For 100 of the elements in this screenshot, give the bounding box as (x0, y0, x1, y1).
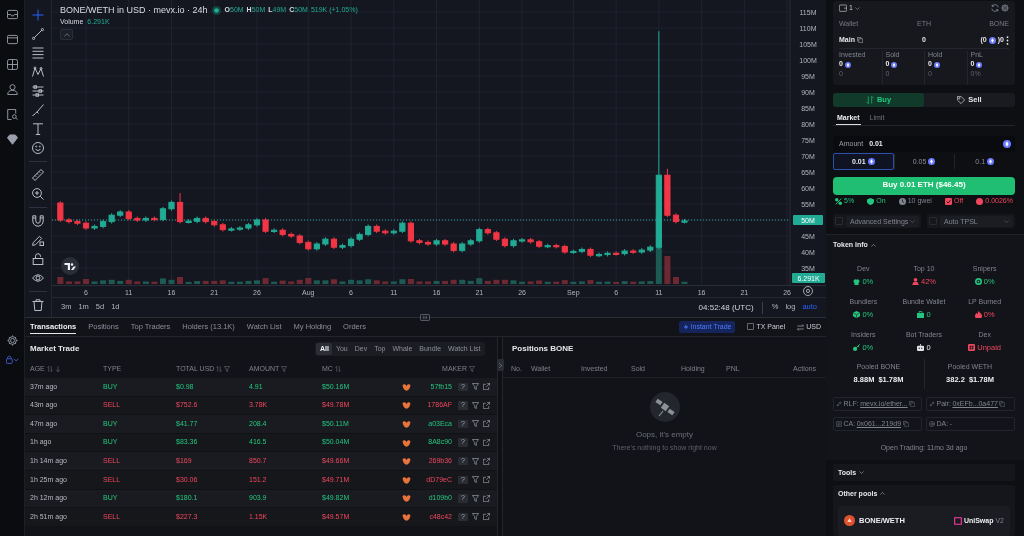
maker-logo-icon (402, 438, 411, 447)
diamond-icon[interactable] (6, 134, 18, 145)
filter-icon[interactable] (471, 457, 479, 465)
falling-candle (202, 216, 209, 224)
rising-candle (621, 248, 628, 256)
chart-title: BONE/WETH in USD · mevx.io · 24h (60, 5, 208, 16)
rising-candle (399, 220, 406, 234)
zoom-in-icon[interactable] (32, 188, 44, 200)
sort-icon[interactable] (46, 366, 53, 373)
clock-text: 04:52:48 (UTC) (698, 302, 754, 313)
filter-icon[interactable] (469, 366, 475, 373)
filter-icon[interactable] (471, 476, 479, 484)
filter-icon[interactable] (224, 366, 231, 373)
filter-icon[interactable] (471, 513, 479, 521)
magnet-icon[interactable] (32, 215, 44, 227)
crosshair-icon[interactable] (32, 9, 44, 21)
filter-icon[interactable] (281, 366, 288, 373)
rising-candle (313, 241, 320, 252)
falling-candle (125, 209, 132, 221)
trash-icon[interactable] (32, 299, 44, 311)
falling-candle (527, 237, 534, 245)
filter-icon[interactable] (471, 439, 479, 447)
document-search-icon[interactable] (6, 109, 18, 120)
coin-icon (891, 61, 898, 68)
pattern-icon[interactable] (32, 66, 44, 78)
maker-logo-icon (402, 382, 411, 391)
caret-icon (880, 491, 886, 496)
inbox-icon[interactable] (6, 9, 18, 20)
link-icon (836, 401, 842, 408)
checkbox[interactable] (929, 217, 937, 226)
coin-icon (976, 61, 983, 68)
external-link-icon[interactable] (482, 420, 490, 428)
sort-icon[interactable] (216, 366, 223, 373)
filter-icon[interactable] (471, 420, 479, 428)
rising-candle (194, 216, 201, 224)
filter-icon[interactable] (471, 401, 479, 409)
sliders-icon[interactable] (32, 85, 44, 97)
falling-candle (382, 228, 389, 236)
checkbox[interactable] (835, 217, 843, 226)
rising-candle (544, 243, 551, 249)
external-link-icon[interactable] (482, 401, 490, 409)
sort-icon[interactable] (334, 366, 341, 373)
rising-candle (433, 238, 440, 247)
caret-icon (1004, 218, 1009, 224)
falling-candle (587, 247, 594, 258)
external-link-icon[interactable] (482, 457, 490, 465)
falling-candle (484, 227, 491, 236)
rising-candle (476, 227, 483, 244)
window-icon[interactable] (6, 34, 18, 45)
rising-candle (638, 247, 645, 255)
coin-icon (844, 61, 851, 68)
ruler-icon[interactable] (32, 169, 44, 181)
brush-icon[interactable] (32, 104, 44, 116)
satellite-icon (649, 392, 680, 422)
external-link-icon[interactable] (482, 383, 490, 391)
dex-logo-icon (953, 516, 962, 525)
link-icon (929, 401, 935, 408)
pencil-lock-icon[interactable] (32, 234, 44, 246)
falling-candle (373, 224, 380, 234)
more-icon[interactable] (1006, 35, 1009, 45)
tag-icon (957, 95, 966, 104)
panel-toggle-button[interactable] (496, 359, 504, 371)
coin-icon (928, 158, 936, 165)
falling-candle (262, 217, 269, 234)
trend-line-icon[interactable] (32, 28, 44, 40)
falling-candle (407, 220, 414, 244)
splitter-handle-icon[interactable] (420, 314, 430, 321)
lock-menu-icon[interactable] (5, 355, 19, 364)
arrows-icon (865, 95, 874, 104)
external-link-icon[interactable] (482, 513, 490, 521)
empty-title: Oops, it's empty (635, 430, 694, 440)
external-link-icon[interactable] (482, 494, 490, 502)
settings-icon[interactable] (1001, 4, 1009, 12)
text-tool-icon[interactable] (32, 123, 44, 135)
lightning-icon (682, 324, 689, 330)
coin-icon (867, 158, 875, 165)
falling-candle (134, 216, 141, 223)
rising-candle (365, 224, 372, 237)
maker-logo-icon (402, 401, 411, 410)
eye-icon[interactable] (32, 272, 44, 284)
grid-icon[interactable] (6, 59, 18, 70)
lock-icon[interactable] (32, 253, 44, 265)
caret-icon (859, 470, 865, 475)
person-icon[interactable] (6, 84, 18, 95)
settings-icon[interactable] (6, 335, 18, 346)
status-dot-icon (211, 5, 221, 15)
coin-icon (987, 158, 995, 165)
collapse-button[interactable] (60, 29, 73, 41)
filter-icon[interactable] (471, 494, 479, 502)
refresh-icon[interactable] (991, 4, 999, 12)
axis-settings-icon[interactable] (803, 286, 813, 296)
falling-candle (151, 216, 158, 222)
filter-icon[interactable] (471, 383, 479, 391)
external-link-icon[interactable] (482, 476, 490, 484)
smiley-icon[interactable] (32, 142, 44, 154)
external-link-icon[interactable] (482, 439, 490, 447)
coin-icon (933, 61, 940, 68)
chart-logo-icon[interactable] (61, 257, 79, 275)
horizontal-lines-icon[interactable] (32, 47, 44, 59)
caret-icon (870, 242, 876, 248)
